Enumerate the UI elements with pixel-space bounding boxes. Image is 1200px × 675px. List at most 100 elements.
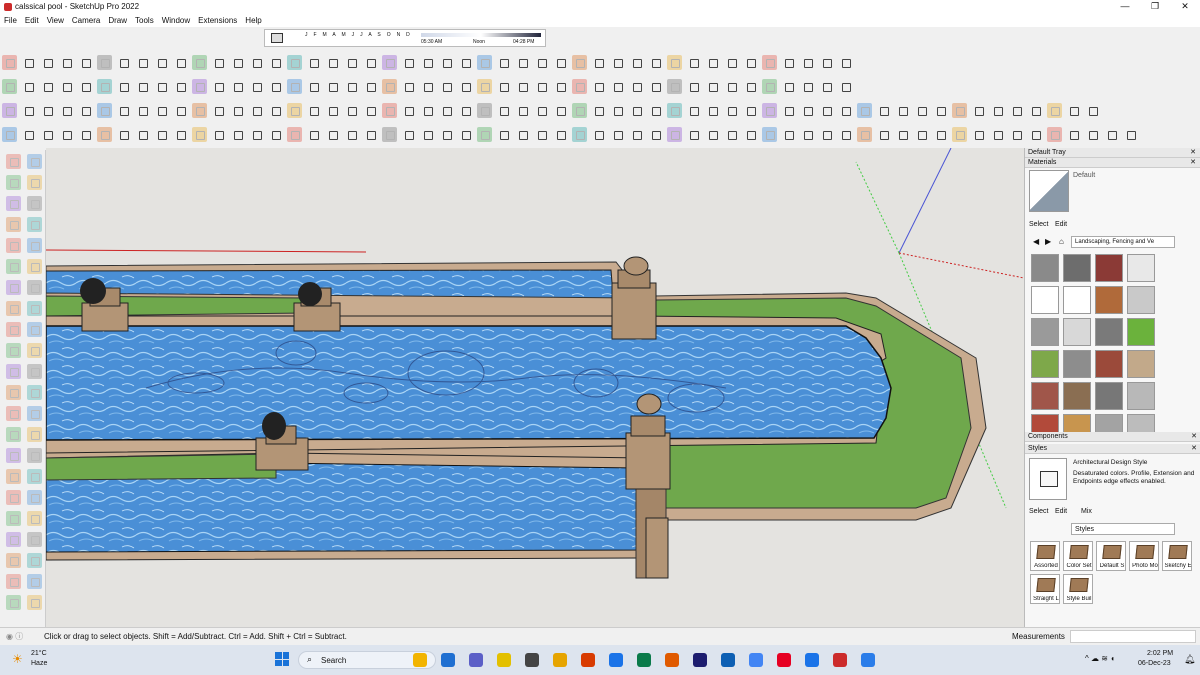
toolbar-tool-icon[interactable] [211,103,226,118]
toolbar-tool-icon[interactable] [287,54,302,70]
menu-extensions[interactable]: Extensions [198,16,237,25]
material-swatch[interactable] [1063,254,1091,282]
toolbar-tool-icon[interactable] [306,55,321,70]
toolbar-tool-icon[interactable] [990,103,1005,118]
toolbar-tool-icon[interactable] [648,127,663,142]
large-tool-icon[interactable] [27,574,42,589]
toolbar-tool-icon[interactable] [629,55,644,70]
menu-file[interactable]: File [4,16,17,25]
material-swatch[interactable] [1095,286,1123,314]
toolbar-tool-icon[interactable] [363,79,378,94]
material-swatch[interactable] [1095,254,1123,282]
large-tool-icon[interactable] [6,574,21,589]
toolbar-tool-icon[interactable] [667,102,682,118]
toolbar-tool-icon[interactable] [116,103,131,118]
toolbar-tool-icon[interactable] [572,102,587,118]
toolbar-tool-icon[interactable] [515,103,530,118]
toolbar-tool-icon[interactable] [686,55,701,70]
toolbar-tool-icon[interactable] [781,103,796,118]
large-tool-icon[interactable] [6,553,21,568]
toolbar-tool-icon[interactable] [211,55,226,70]
toolbar-tool-icon[interactable] [648,55,663,70]
large-tool-icon[interactable] [27,175,42,190]
toolbar-tool-icon[interactable] [192,102,207,118]
taskbar-app-icon[interactable] [553,653,567,667]
toolbar-tool-icon[interactable] [287,102,302,118]
toolbar-tool-icon[interactable] [686,127,701,142]
material-swatch[interactable] [1063,350,1091,378]
toolbar-tool-icon[interactable] [116,55,131,70]
toolbar-tool-icon[interactable] [249,55,264,70]
toolbar-tool-icon[interactable] [116,127,131,142]
clock-date[interactable]: 06-Dec-23 [1138,660,1171,667]
toolbar-tool-icon[interactable] [116,79,131,94]
toolbar-tool-icon[interactable] [401,55,416,70]
taskbar-app-icon[interactable] [805,653,819,667]
toolbar-tool-icon[interactable] [743,55,758,70]
large-tool-icon[interactable] [27,343,42,358]
toolbar-tool-icon[interactable] [553,55,568,70]
toolbar-tool-icon[interactable] [1028,127,1043,142]
toolbar-tool-icon[interactable] [192,78,207,94]
material-swatch[interactable] [1095,318,1123,346]
toolbar-tool-icon[interactable] [306,79,321,94]
toolbar-tool-icon[interactable] [477,102,492,118]
toolbar-tool-icon[interactable] [743,127,758,142]
toolbar-tool-icon[interactable] [306,103,321,118]
large-tool-icon[interactable] [27,217,42,232]
toolbar-tool-icon[interactable] [382,54,397,70]
toolbar-tool-icon[interactable] [971,103,986,118]
material-swatch[interactable] [1031,350,1059,378]
toolbar-tool-icon[interactable] [534,55,549,70]
toolbar-tool-icon[interactable] [325,55,340,70]
menu-help[interactable]: Help [245,16,261,25]
large-tool-icon[interactable] [6,448,21,463]
menu-camera[interactable]: Camera [72,16,100,25]
toolbar-tool-icon[interactable] [781,79,796,94]
large-tool-icon[interactable] [27,427,42,442]
material-swatch[interactable] [1031,286,1059,314]
large-tool-icon[interactable] [6,154,21,169]
style-thumbnail[interactable]: Style Buil [1063,574,1093,604]
toolbar-tool-icon[interactable] [344,127,359,142]
style-collection-select[interactable]: Styles [1071,523,1175,535]
toolbar-tool-icon[interactable] [914,103,929,118]
toolbar-tool-icon[interactable] [876,103,891,118]
large-tool-icon[interactable] [6,280,21,295]
toolbar-tool-icon[interactable] [819,79,834,94]
toolbar-tool-icon[interactable] [819,55,834,70]
toolbar-tool-icon[interactable] [781,55,796,70]
toolbar-tool-icon[interactable] [173,103,188,118]
toolbar-tool-icon[interactable] [1066,127,1081,142]
toolbar-tool-icon[interactable] [173,79,188,94]
material-swatch[interactable] [1063,318,1091,346]
toolbar-tool-icon[interactable] [97,78,112,94]
toolbar-tool-icon[interactable] [553,127,568,142]
toolbar-tool-icon[interactable] [135,127,150,142]
large-tool-icon[interactable] [27,280,42,295]
toolbar-tool-icon[interactable] [173,55,188,70]
toolbar-tool-icon[interactable] [439,79,454,94]
toolbar-tool-icon[interactable] [990,127,1005,142]
tray-close-icon[interactable]: ✕ [1190,148,1196,158]
large-tool-icon[interactable] [6,238,21,253]
toolbar-tool-icon[interactable] [439,55,454,70]
toolbar-tool-icon[interactable] [420,103,435,118]
toolbar-tool-icon[interactable] [401,127,416,142]
toolbar-tool-icon[interactable] [154,55,169,70]
toolbar-tool-icon[interactable] [933,127,948,142]
toolbar-tool-icon[interactable] [838,103,853,118]
large-tool-icon[interactable] [6,259,21,274]
toolbar-tool-icon[interactable] [1085,127,1100,142]
large-tool-icon[interactable] [6,217,21,232]
toolbar-tool-icon[interactable] [1009,127,1024,142]
toolbar-tool-icon[interactable] [971,127,986,142]
large-tool-icon[interactable] [27,553,42,568]
toolbar-tool-icon[interactable] [135,55,150,70]
shadow-toggle-icon[interactable] [271,33,283,43]
large-tool-icon[interactable] [27,385,42,400]
toolbar-tool-icon[interactable] [762,126,777,142]
toolbar-tool-icon[interactable] [21,103,36,118]
toolbar-tool-icon[interactable] [610,79,625,94]
style-thumbnail[interactable]: Color Set [1063,541,1093,571]
